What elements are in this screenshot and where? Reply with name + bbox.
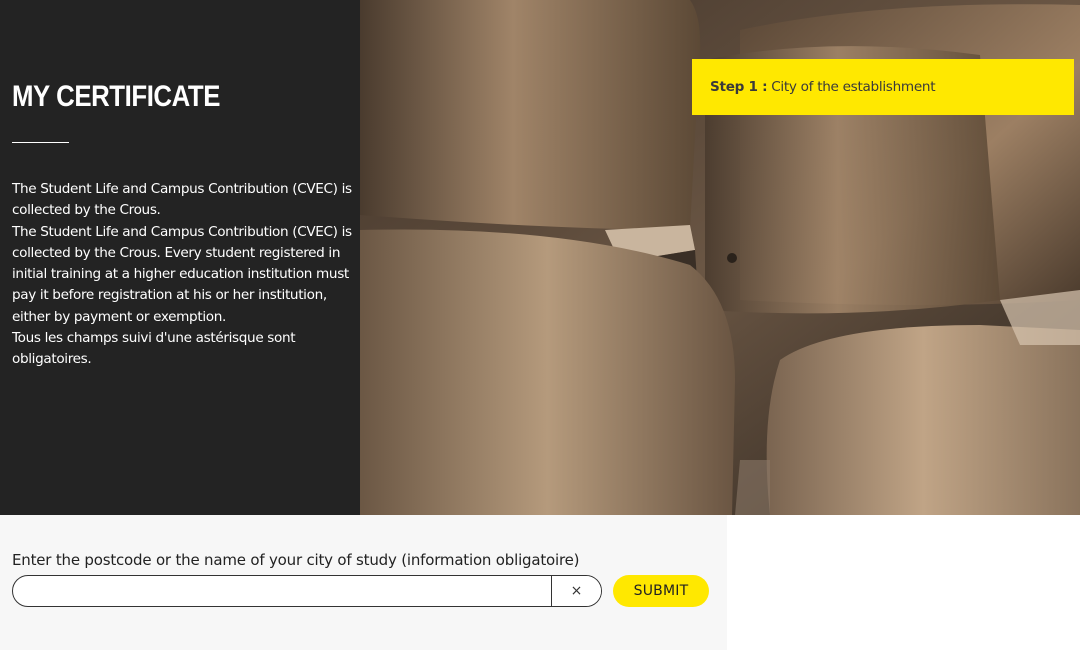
city-search-form: Enter the postcode or the name of your c… [0,515,727,650]
step-number: Step 1 : [710,79,768,95]
intro-panel: MY CERTIFICATE The Student Life and Camp… [0,0,360,515]
intro-line: Tous les champs suivi d'une astérisque s… [12,330,296,368]
intro-line: The Student Life and Campus Contribution… [12,181,352,219]
clear-button[interactable]: × [551,576,601,606]
page-title: MY CERTIFICATE [12,80,221,113]
city-input-group: × [12,575,602,607]
intro-line: The Student Life and Campus Contribution… [12,223,352,325]
step-banner: Step 1 : City of the establishment [692,59,1074,115]
city-field-label: Enter the postcode or the name of your c… [12,551,580,569]
city-search-input[interactable] [13,576,551,606]
intro-text: The Student Life and Campus Contribution… [12,179,352,371]
submit-button[interactable]: SUBMIT [613,575,709,607]
title-divider [12,142,69,143]
step-title: City of the establishment [771,79,936,95]
